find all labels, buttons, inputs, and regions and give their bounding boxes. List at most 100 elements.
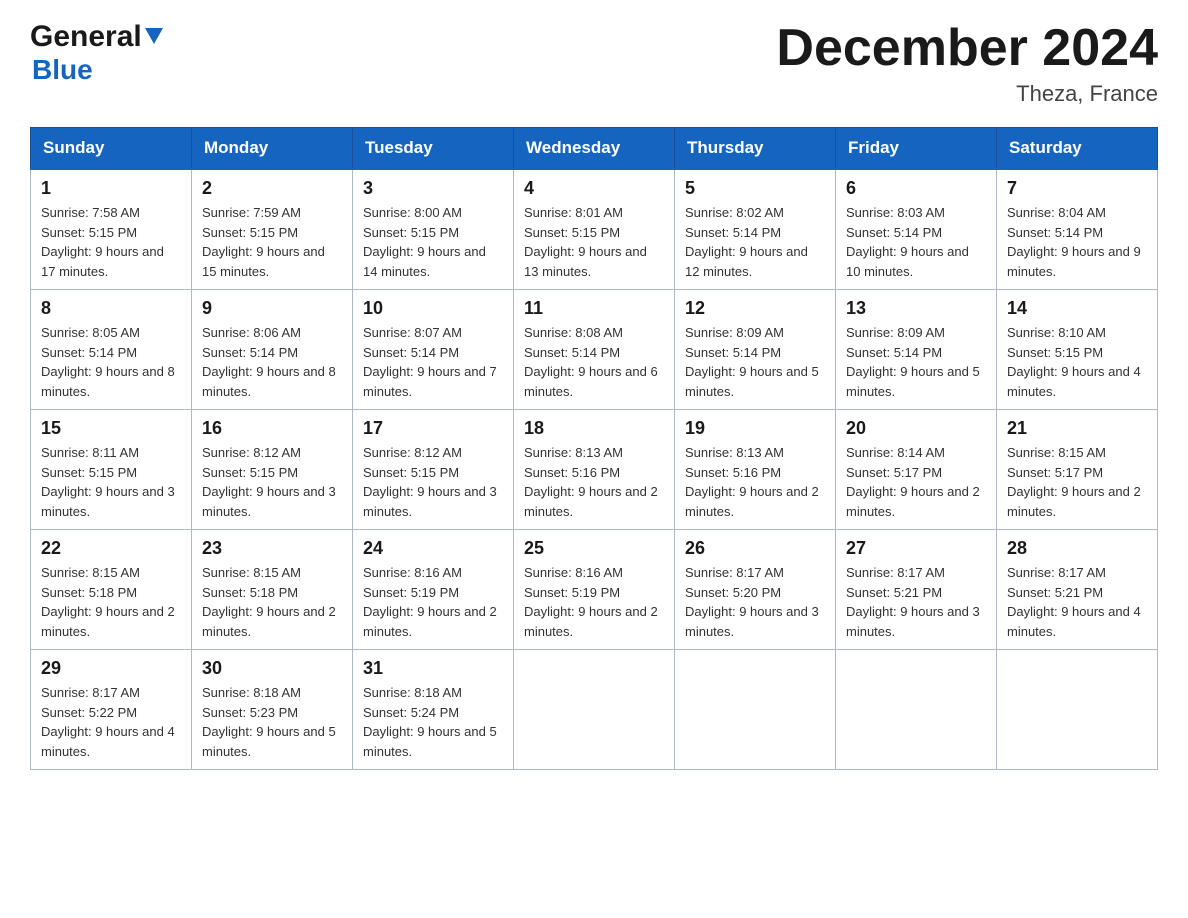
daylight-label: Daylight: 9 hours and 15 minutes. [202,244,325,279]
day-info: Sunrise: 8:06 AM Sunset: 5:14 PM Dayligh… [202,323,342,401]
calendar-cell: 8 Sunrise: 8:05 AM Sunset: 5:14 PM Dayli… [31,290,192,410]
calendar-cell: 19 Sunrise: 8:13 AM Sunset: 5:16 PM Dayl… [675,410,836,530]
day-info: Sunrise: 8:12 AM Sunset: 5:15 PM Dayligh… [202,443,342,521]
daylight-label: Daylight: 9 hours and 3 minutes. [41,484,175,519]
day-number: 20 [846,418,986,439]
calendar-cell: 23 Sunrise: 8:15 AM Sunset: 5:18 PM Dayl… [192,530,353,650]
sunset-label: Sunset: 5:15 PM [363,465,459,480]
sunset-label: Sunset: 5:15 PM [1007,345,1103,360]
sunrise-label: Sunrise: 8:17 AM [685,565,784,580]
sunset-label: Sunset: 5:14 PM [202,345,298,360]
day-info: Sunrise: 8:08 AM Sunset: 5:14 PM Dayligh… [524,323,664,401]
daylight-label: Daylight: 9 hours and 2 minutes. [1007,484,1141,519]
calendar-cell: 17 Sunrise: 8:12 AM Sunset: 5:15 PM Dayl… [353,410,514,530]
logo-triangle-icon [145,28,163,44]
calendar-cell: 25 Sunrise: 8:16 AM Sunset: 5:19 PM Dayl… [514,530,675,650]
sunset-label: Sunset: 5:18 PM [202,585,298,600]
day-info: Sunrise: 8:13 AM Sunset: 5:16 PM Dayligh… [524,443,664,521]
day-info: Sunrise: 8:02 AM Sunset: 5:14 PM Dayligh… [685,203,825,281]
calendar-week-row: 1 Sunrise: 7:58 AM Sunset: 5:15 PM Dayli… [31,169,1158,290]
calendar-cell: 31 Sunrise: 8:18 AM Sunset: 5:24 PM Dayl… [353,650,514,770]
calendar-cell: 20 Sunrise: 8:14 AM Sunset: 5:17 PM Dayl… [836,410,997,530]
daylight-label: Daylight: 9 hours and 8 minutes. [202,364,336,399]
day-number: 9 [202,298,342,319]
sunset-label: Sunset: 5:19 PM [363,585,459,600]
calendar-header-row: SundayMondayTuesdayWednesdayThursdayFrid… [31,128,1158,170]
day-number: 4 [524,178,664,199]
daylight-label: Daylight: 9 hours and 3 minutes. [685,604,819,639]
sunrise-label: Sunrise: 8:07 AM [363,325,462,340]
sunrise-label: Sunrise: 8:15 AM [1007,445,1106,460]
calendar-cell: 7 Sunrise: 8:04 AM Sunset: 5:14 PM Dayli… [997,169,1158,290]
day-info: Sunrise: 8:13 AM Sunset: 5:16 PM Dayligh… [685,443,825,521]
sunrise-label: Sunrise: 8:13 AM [685,445,784,460]
day-number: 18 [524,418,664,439]
sunset-label: Sunset: 5:15 PM [202,225,298,240]
sunset-label: Sunset: 5:15 PM [41,225,137,240]
day-number: 26 [685,538,825,559]
calendar-cell: 22 Sunrise: 8:15 AM Sunset: 5:18 PM Dayl… [31,530,192,650]
daylight-label: Daylight: 9 hours and 2 minutes. [524,604,658,639]
sunset-label: Sunset: 5:14 PM [1007,225,1103,240]
day-header-saturday: Saturday [997,128,1158,170]
day-header-thursday: Thursday [675,128,836,170]
day-header-wednesday: Wednesday [514,128,675,170]
daylight-label: Daylight: 9 hours and 5 minutes. [363,724,497,759]
day-number: 1 [41,178,181,199]
day-header-monday: Monday [192,128,353,170]
day-info: Sunrise: 8:15 AM Sunset: 5:18 PM Dayligh… [41,563,181,641]
sunrise-label: Sunrise: 8:17 AM [846,565,945,580]
daylight-label: Daylight: 9 hours and 3 minutes. [363,484,497,519]
sunrise-label: Sunrise: 8:12 AM [363,445,462,460]
day-info: Sunrise: 8:17 AM Sunset: 5:21 PM Dayligh… [1007,563,1147,641]
sunset-label: Sunset: 5:14 PM [846,225,942,240]
sunset-label: Sunset: 5:14 PM [685,345,781,360]
calendar-cell: 2 Sunrise: 7:59 AM Sunset: 5:15 PM Dayli… [192,169,353,290]
sunset-label: Sunset: 5:14 PM [41,345,137,360]
calendar-cell: 3 Sunrise: 8:00 AM Sunset: 5:15 PM Dayli… [353,169,514,290]
calendar-cell: 1 Sunrise: 7:58 AM Sunset: 5:15 PM Dayli… [31,169,192,290]
sunset-label: Sunset: 5:14 PM [685,225,781,240]
day-number: 19 [685,418,825,439]
daylight-label: Daylight: 9 hours and 2 minutes. [202,604,336,639]
day-number: 28 [1007,538,1147,559]
day-number: 23 [202,538,342,559]
daylight-label: Daylight: 9 hours and 2 minutes. [41,604,175,639]
daylight-label: Daylight: 9 hours and 5 minutes. [685,364,819,399]
daylight-label: Daylight: 9 hours and 2 minutes. [363,604,497,639]
sunrise-label: Sunrise: 8:10 AM [1007,325,1106,340]
day-number: 17 [363,418,503,439]
sunset-label: Sunset: 5:15 PM [524,225,620,240]
sunrise-label: Sunrise: 7:59 AM [202,205,301,220]
calendar-cell: 16 Sunrise: 8:12 AM Sunset: 5:15 PM Dayl… [192,410,353,530]
day-info: Sunrise: 8:10 AM Sunset: 5:15 PM Dayligh… [1007,323,1147,401]
calendar-cell: 27 Sunrise: 8:17 AM Sunset: 5:21 PM Dayl… [836,530,997,650]
day-number: 24 [363,538,503,559]
calendar-week-row: 15 Sunrise: 8:11 AM Sunset: 5:15 PM Dayl… [31,410,1158,530]
sunset-label: Sunset: 5:20 PM [685,585,781,600]
day-number: 3 [363,178,503,199]
day-info: Sunrise: 8:17 AM Sunset: 5:22 PM Dayligh… [41,683,181,761]
calendar-cell: 26 Sunrise: 8:17 AM Sunset: 5:20 PM Dayl… [675,530,836,650]
day-info: Sunrise: 7:59 AM Sunset: 5:15 PM Dayligh… [202,203,342,281]
calendar-cell: 21 Sunrise: 8:15 AM Sunset: 5:17 PM Dayl… [997,410,1158,530]
day-number: 25 [524,538,664,559]
daylight-label: Daylight: 9 hours and 17 minutes. [41,244,164,279]
day-number: 5 [685,178,825,199]
day-info: Sunrise: 8:15 AM Sunset: 5:17 PM Dayligh… [1007,443,1147,521]
day-number: 30 [202,658,342,679]
sunset-label: Sunset: 5:15 PM [202,465,298,480]
sunrise-label: Sunrise: 8:17 AM [41,685,140,700]
day-info: Sunrise: 8:18 AM Sunset: 5:23 PM Dayligh… [202,683,342,761]
logo-blue: Blue [32,54,93,86]
sunset-label: Sunset: 5:18 PM [41,585,137,600]
daylight-label: Daylight: 9 hours and 5 minutes. [846,364,980,399]
day-info: Sunrise: 8:01 AM Sunset: 5:15 PM Dayligh… [524,203,664,281]
calendar-week-row: 29 Sunrise: 8:17 AM Sunset: 5:22 PM Dayl… [31,650,1158,770]
daylight-label: Daylight: 9 hours and 3 minutes. [846,604,980,639]
day-header-friday: Friday [836,128,997,170]
calendar-cell: 24 Sunrise: 8:16 AM Sunset: 5:19 PM Dayl… [353,530,514,650]
sunrise-label: Sunrise: 8:14 AM [846,445,945,460]
calendar-cell: 13 Sunrise: 8:09 AM Sunset: 5:14 PM Dayl… [836,290,997,410]
sunrise-label: Sunrise: 8:13 AM [524,445,623,460]
